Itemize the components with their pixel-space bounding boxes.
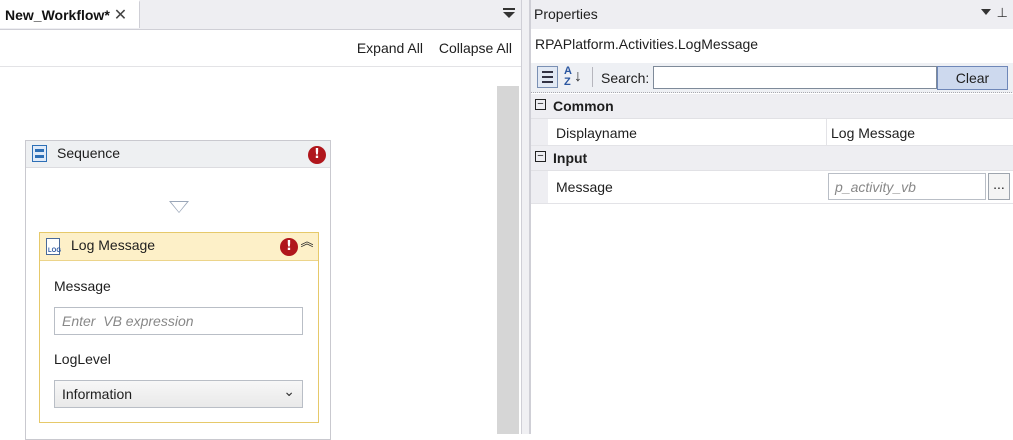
- pin-icon[interactable]: ⊥: [997, 5, 1008, 21]
- category-name: Input: [553, 150, 588, 166]
- category-name: Common: [553, 98, 614, 114]
- ellipsis-button[interactable]: ...: [988, 173, 1010, 200]
- properties-toolbar: A Z ↓ Search: Clear: [531, 63, 1013, 93]
- search-label: Search:: [601, 70, 650, 86]
- search-input[interactable]: [653, 66, 937, 89]
- expand-all-link[interactable]: Expand All: [357, 40, 423, 56]
- document-tabstrip: New_Workflow* ✕: [0, 0, 521, 30]
- clear-button[interactable]: Clear: [937, 66, 1008, 90]
- tab-title: New_Workflow*: [5, 7, 110, 23]
- sequence-icon: [32, 145, 47, 162]
- tab-new-workflow[interactable]: New_Workflow* ✕: [0, 0, 140, 28]
- log-message-header[interactable]: LOG Log Message ! ︽: [40, 233, 318, 261]
- sequence-header[interactable]: Sequence !: [26, 141, 330, 168]
- error-icon[interactable]: !: [280, 238, 298, 256]
- sort-alpha-icon[interactable]: A Z ↓: [564, 65, 586, 89]
- close-icon[interactable]: ✕: [114, 5, 127, 25]
- category-common[interactable]: − Common: [531, 94, 1013, 119]
- log-message-activity[interactable]: LOG Log Message ! ︽ Message LogLevel Inf…: [39, 232, 319, 423]
- collapse-all-link[interactable]: Collapse All: [439, 40, 512, 56]
- sequence-title: Sequence: [57, 145, 121, 161]
- log-message-title: Log Message: [71, 237, 156, 253]
- property-row-message[interactable]: Message p_activity_vb ...: [531, 171, 1013, 204]
- dropdown-menu-icon[interactable]: [981, 9, 991, 15]
- properties-header: Properties ⊥: [531, 0, 1013, 29]
- message-label: Message: [54, 278, 111, 294]
- designer-toolbar: Expand All Collapse All: [0, 30, 521, 67]
- pane-splitter[interactable]: [521, 0, 530, 434]
- message-expression-input[interactable]: [54, 307, 303, 335]
- properties-title: Properties: [534, 6, 598, 22]
- drop-target-arrow-icon[interactable]: [169, 201, 189, 213]
- vertical-scrollbar[interactable]: [497, 86, 519, 434]
- property-name: Message: [556, 179, 613, 195]
- log-icon: LOG: [46, 238, 61, 255]
- property-grid: − Common Displayname Log Message − Input…: [531, 94, 1013, 204]
- sequence-activity[interactable]: Sequence ! LOG Log Message ! ︽ Message L…: [25, 140, 331, 440]
- workflow-designer: New_Workflow* ✕ Expand All Collapse All …: [0, 0, 521, 440]
- loglevel-dropdown[interactable]: Information ⌄: [54, 380, 303, 408]
- collapse-icon[interactable]: ︽: [300, 235, 314, 248]
- error-icon[interactable]: !: [308, 146, 326, 164]
- toolbar-separator: [592, 67, 593, 87]
- loglevel-label: LogLevel: [54, 351, 111, 367]
- collapse-toggle-icon[interactable]: −: [535, 151, 546, 162]
- property-row-displayname[interactable]: Displayname Log Message: [531, 119, 1013, 146]
- collapse-toggle-icon[interactable]: −: [535, 99, 546, 110]
- displayname-value[interactable]: Log Message: [831, 125, 915, 141]
- message-value-input[interactable]: p_activity_vb: [828, 173, 986, 200]
- chevron-down-icon: ⌄: [283, 383, 295, 399]
- category-input[interactable]: − Input: [531, 146, 1013, 171]
- categorized-icon[interactable]: [537, 66, 558, 88]
- dropdown-menu-icon[interactable]: [503, 5, 515, 21]
- properties-pane: Properties ⊥ RPAPlatform.Activities.LogM…: [530, 0, 1013, 434]
- property-name: Displayname: [556, 125, 637, 141]
- loglevel-selected-value: Information: [62, 386, 133, 402]
- selected-type-name: RPAPlatform.Activities.LogMessage: [535, 36, 759, 52]
